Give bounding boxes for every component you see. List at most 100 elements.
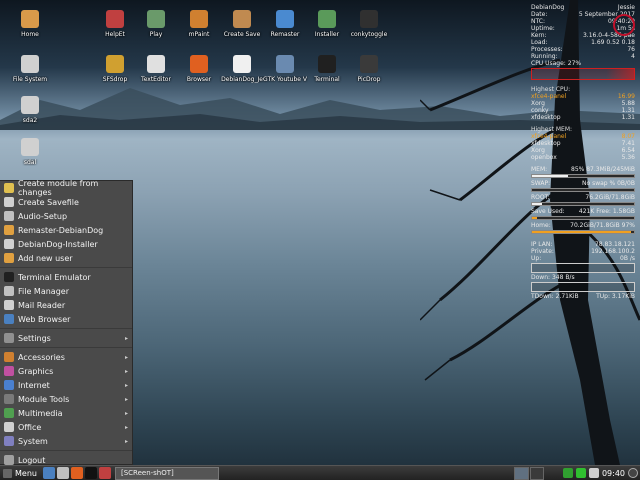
chart-icon	[360, 10, 378, 28]
file-manager-icon	[4, 286, 14, 296]
tray-app-icon[interactable]	[562, 468, 573, 478]
logout-icon	[4, 455, 14, 465]
menu-item-terminal[interactable]: Terminal Emulator	[0, 270, 132, 284]
application-menu: Create module from changes Create Savefil…	[0, 179, 133, 465]
menu-item-create-module[interactable]: Create module from changes	[0, 179, 132, 197]
desktop-icon-remaster[interactable]: Remaster	[262, 10, 308, 38]
menu-item-label: System	[18, 436, 48, 446]
desktop-icon-play[interactable]: Play	[133, 10, 179, 38]
save-bar	[531, 216, 635, 220]
desktop-icon-conkytoggle[interactable]: conkytoggle	[346, 10, 392, 38]
high-mem-process-row: xfdesktop 7.41	[531, 140, 635, 147]
conky-header-row: Running: 4	[531, 53, 635, 60]
high-cpu-process-row: xfdesktop 1.31	[531, 114, 635, 121]
files-icon[interactable]	[56, 467, 69, 479]
power-icon[interactable]	[628, 468, 638, 478]
menu-item-label: Add new user	[18, 253, 73, 263]
desktop-icon-gtk-youtube-v[interactable]: GTK Youtube V	[262, 55, 308, 83]
volume-icon[interactable]	[588, 468, 599, 478]
net-info-row: Private: 192.168.100.2	[531, 248, 635, 255]
desktop-icon[interactable]	[42, 467, 55, 479]
drive-icon	[21, 96, 39, 114]
menu-item-remaster[interactable]: Remaster-DebianDog	[0, 223, 132, 237]
desktop-icon-home[interactable]: Home	[7, 10, 53, 38]
highest-cpu-title: Highest CPU:	[531, 86, 571, 93]
menu-item-label: Terminal Emulator	[18, 272, 91, 282]
screenshot-icon[interactable]	[98, 467, 111, 479]
drive-icon	[21, 138, 39, 156]
installer-icon	[318, 10, 336, 28]
module-tools-icon	[4, 394, 14, 404]
menu-item-mail-reader[interactable]: Mail Reader	[0, 298, 132, 312]
desktop-icon-label: conkytoggle	[350, 31, 388, 38]
cube-icon	[276, 10, 294, 28]
menu-item-web-browser[interactable]: Web Browser	[0, 312, 132, 326]
desktop-icon-browser[interactable]: Browser	[176, 55, 222, 83]
menu-item-label: Remaster-DebianDog	[18, 225, 104, 235]
desktop-icon-mpaint[interactable]: mPaint	[176, 10, 222, 38]
menu-separator	[0, 267, 132, 268]
desktop-icon-helpet[interactable]: HelpEt	[92, 10, 138, 38]
desktop-icon-label: sdal	[23, 159, 37, 166]
remaster-icon	[4, 225, 14, 235]
desktop-icon-debiandog-je[interactable]: DebianDog_Je	[219, 55, 265, 83]
desktop-icon-label: DebianDog_Je	[221, 76, 263, 83]
desktop-icon-installer[interactable]: Installer	[304, 10, 350, 38]
desktop-icon-sfsdrop[interactable]: SFSdrop	[92, 55, 138, 83]
sfs-icon	[106, 55, 124, 73]
desktop-icon-sdal[interactable]: sdal	[7, 138, 53, 166]
menu-item-graphics[interactable]: Graphics ▸	[0, 364, 132, 378]
desktop-icon-sda2[interactable]: sda2	[7, 96, 53, 124]
menu-item-file-manager[interactable]: File Manager	[0, 284, 132, 298]
conky-header-row: DebianDog Jessie	[531, 4, 635, 11]
menu-item-multimedia[interactable]: Multimedia ▸	[0, 406, 132, 420]
menu-item-audio-setup[interactable]: Audio-Setup	[0, 209, 132, 223]
workspace-2[interactable]	[529, 466, 544, 480]
menu-item-label: Multimedia	[18, 408, 63, 418]
down-graph	[531, 282, 635, 292]
firefox-icon[interactable]	[70, 467, 83, 479]
settings-icon	[4, 333, 14, 343]
network-icon[interactable]	[575, 468, 586, 478]
menu-item-add-user[interactable]: Add new user	[0, 251, 132, 265]
menu-item-installer[interactable]: DebianDog-Installer	[0, 237, 132, 251]
menu-item-module-tools[interactable]: Module Tools ▸	[0, 392, 132, 406]
taskbar: Menu [SCReen-shOT] 09:40	[0, 465, 640, 480]
installer-icon	[4, 239, 14, 249]
desktop-icon-terminal[interactable]: Terminal	[304, 55, 350, 83]
desktop-icon-texteditor[interactable]: TextEditor	[133, 55, 179, 83]
menu-item-office[interactable]: Office ▸	[0, 420, 132, 434]
desktop-icon-file-system[interactable]: File System	[7, 55, 53, 83]
task-button-screenshot[interactable]: [SCReen-shOT]	[114, 466, 219, 480]
menu-separator	[0, 328, 132, 329]
menu-item-accessories[interactable]: Accessories ▸	[0, 350, 132, 364]
menu-button[interactable]: Menu	[0, 468, 40, 478]
debian-icon	[233, 55, 251, 73]
menu-icon	[3, 468, 12, 478]
desktop-icon-picdrop[interactable]: PicDrop	[346, 55, 392, 83]
menu-item-internet[interactable]: Internet ▸	[0, 378, 132, 392]
totals-row: TDown: 2.71KiB TUp: 3.17KiB	[531, 293, 635, 300]
submenu-arrow-icon: ▸	[124, 395, 128, 403]
menu-item-label: Internet	[18, 380, 50, 390]
accessories-icon	[4, 352, 14, 362]
clock[interactable]: 09:40	[602, 469, 625, 478]
workspace-pager[interactable]	[514, 466, 544, 480]
workspace-1[interactable]	[514, 466, 529, 480]
desktop-icon-create-save[interactable]: Create Save	[219, 10, 265, 38]
highest-mem-title: Highest MEM:	[531, 126, 573, 133]
archive-icon	[233, 10, 251, 28]
desktop-icon-label: TextEditor	[141, 76, 171, 83]
internet-icon	[4, 380, 14, 390]
high-cpu-process-row: xfce4-panel 16.99	[531, 93, 635, 100]
terminal-icon	[4, 272, 14, 282]
menu-item-create-savefile[interactable]: Create Savefile	[0, 195, 132, 209]
menu-item-settings[interactable]: Settings ▸	[0, 331, 132, 345]
youtube-icon	[276, 55, 294, 73]
cpu-usage-row: CPU Usage: 27%	[531, 60, 582, 67]
conky-monitor: DebianDog Jessie Date: 5 September 2017 NTC:…	[531, 4, 635, 300]
down-row: Down: 348 B/s	[531, 274, 575, 281]
firefox-icon	[190, 55, 208, 73]
menu-item-system[interactable]: System ▸	[0, 434, 132, 448]
terminal-icon[interactable]	[84, 467, 97, 479]
